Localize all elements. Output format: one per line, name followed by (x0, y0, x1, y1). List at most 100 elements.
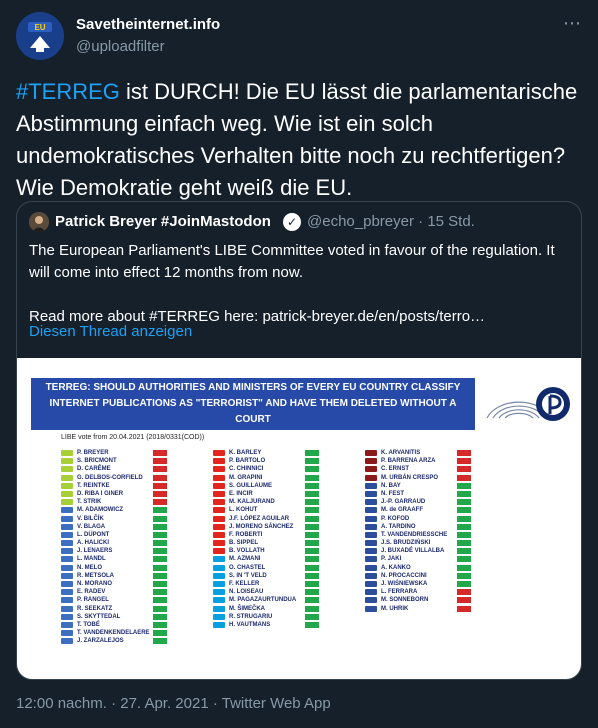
party-marker (365, 515, 377, 522)
mep-name: E. RADEV (77, 589, 106, 596)
mep-name: A. KANKO (381, 564, 411, 571)
vote-row: V. BILČÍK (61, 515, 181, 523)
mep-name: F. ROBERTI (229, 531, 263, 538)
vote-row: L. FERRARA (365, 588, 485, 596)
vote-marker (457, 597, 471, 604)
party-marker (213, 621, 225, 628)
vote-row: M. SONNEBORN (365, 596, 485, 604)
mep-name: L. DÜPONT (77, 531, 110, 538)
mep-name: P. BREYER (77, 450, 109, 456)
tweet-client[interactable]: Twitter Web App (222, 695, 331, 712)
mep-name: L. MANDL (77, 556, 106, 563)
vote-row: R. METSOLA (61, 572, 181, 580)
hashtag-link[interactable]: #TERREG (16, 79, 120, 104)
party-marker (365, 564, 377, 571)
party-marker (61, 556, 73, 563)
vote-row: J.-P. GARRAUD (365, 498, 485, 506)
vote-row: P. BREYER (61, 449, 181, 457)
vote-row: A. HALICKI (61, 539, 181, 547)
tweet-time[interactable]: 12:00 nachm. (16, 695, 107, 712)
tweet-date[interactable]: 27. Apr. 2021 (120, 695, 208, 712)
vote-marker (305, 490, 319, 497)
mep-name: S. GUILLAUME (229, 482, 272, 489)
vote-row: S. BRICMONT (61, 457, 181, 465)
vote-marker (305, 572, 319, 579)
vote-marker (305, 589, 319, 596)
mep-name: A. HALICKI (77, 540, 109, 547)
party-marker (61, 523, 73, 530)
party-marker (213, 572, 225, 579)
party-marker (61, 458, 73, 465)
vote-row: N. PROCACCINI (365, 572, 485, 580)
party-marker (213, 482, 225, 489)
vote-marker (457, 523, 471, 530)
vote-row: R. STRUGARIU (213, 613, 333, 621)
party-marker (213, 507, 225, 514)
mep-name: C. ERNST (381, 466, 410, 473)
mep-name: N. MELO (77, 564, 102, 571)
vote-marker (457, 515, 471, 522)
mep-name: K. ARVANITIS (381, 450, 421, 456)
vote-marker (153, 474, 167, 481)
vote-row: M. AZMANI (213, 555, 333, 563)
user-handle[interactable]: @uploadfilter (76, 38, 165, 55)
vote-row: M. PAGAZAURTUNDUA (213, 596, 333, 604)
vote-row: V. BLAGA (61, 523, 181, 531)
party-marker (213, 474, 225, 481)
mep-name: M. AZMANI (229, 556, 261, 563)
vote-marker (153, 621, 167, 628)
footer-separator-2: · (208, 695, 222, 712)
mep-name: T. STRIK (77, 499, 102, 506)
vote-column-2: K. BARLEY P. BARTOLO C. CHINNICI M. GRAPINI… (213, 449, 333, 629)
show-thread-link[interactable]: Diesen Thread anzeigen (29, 323, 192, 340)
vote-marker (153, 523, 167, 530)
vote-row: L. KOHUT (213, 506, 333, 514)
vote-marker (153, 507, 167, 514)
vote-marker (457, 474, 471, 481)
quoted-tweet[interactable]: Patrick Breyer #JoinMastodon ✓ @echo_pbr… (16, 201, 582, 680)
vote-marker (457, 450, 471, 456)
tweet-text: #TERREG ist DURCH! Die EU lässt die parl… (16, 76, 582, 204)
vote-row: B. VOLLATH (213, 547, 333, 555)
avatar[interactable]: EU (16, 12, 64, 60)
vote-row: S. IN 'T VELD (213, 572, 333, 580)
mep-name: J.-P. GARRAUD (381, 499, 426, 506)
vote-marker (153, 638, 167, 645)
vote-marker (153, 458, 167, 465)
party-marker (365, 531, 377, 538)
mep-name: D. CARÊME (77, 466, 111, 473)
banner-line-1: TERREG: SHOULD AUTHORITIES AND MINISTERS… (45, 382, 461, 393)
vote-row: M. KALJURAND (213, 498, 333, 506)
vote-marker (305, 507, 319, 514)
quoted-tweet-header: Patrick Breyer #JoinMastodon ✓ @echo_pbr… (29, 212, 569, 234)
party-marker (365, 581, 377, 587)
vote-row: P. BARRENA ARZA (365, 457, 485, 465)
mep-name: M. URBÁN CRESPO (381, 474, 439, 481)
vote-marker (305, 466, 319, 473)
mep-name: P. BARRENA ARZA (381, 458, 436, 465)
vote-marker (153, 482, 167, 489)
mep-name: T. TOBÉ (77, 621, 100, 628)
vote-result-image[interactable]: TERREG: SHOULD AUTHORITIES AND MINISTERS… (17, 358, 581, 679)
vote-row: L. MANDL (61, 555, 181, 563)
party-marker (365, 490, 377, 497)
party-marker (61, 507, 73, 514)
party-marker (365, 474, 377, 481)
vote-row: N. FEST (365, 490, 485, 498)
vote-marker (153, 515, 167, 522)
mep-name: J.F. LÓPEZ AGUILAR (229, 515, 290, 522)
vote-row: C. ERNST (365, 465, 485, 473)
parliament-logo-icon (486, 387, 570, 421)
vote-marker (305, 597, 319, 604)
mep-name: M. UHRIK (381, 605, 409, 612)
vote-marker (305, 458, 319, 465)
vote-row: T. VANDENDRIESSCHE (365, 531, 485, 539)
image-banner: TERREG: SHOULD AUTHORITIES AND MINISTERS… (31, 378, 475, 441)
vote-row: D. CARÊME (61, 465, 181, 473)
display-name[interactable]: Savetheinternet.info (76, 16, 220, 33)
vote-marker (457, 564, 471, 571)
more-options-icon[interactable]: ⋯ (562, 14, 582, 36)
vote-marker (153, 556, 167, 563)
mep-name: S. BRICMONT (77, 458, 117, 465)
mep-name: N. MORANO (77, 581, 112, 587)
